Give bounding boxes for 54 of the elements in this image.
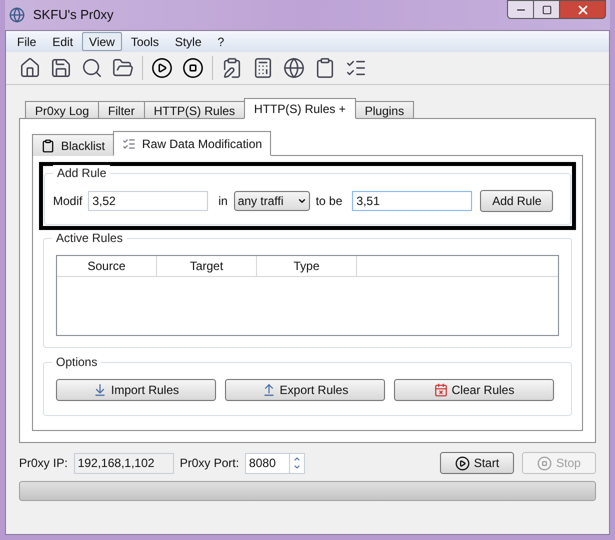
port-spinner[interactable]: 8080 bbox=[245, 452, 306, 474]
minimize-button[interactable] bbox=[507, 0, 534, 19]
play-icon[interactable] bbox=[150, 56, 174, 80]
globe-icon[interactable] bbox=[282, 56, 306, 80]
tab[interactable]: Pr0xy Log bbox=[25, 101, 100, 119]
input-field[interactable]: 3,51 bbox=[352, 191, 472, 211]
play-icon bbox=[454, 456, 470, 470]
stop-icon bbox=[537, 456, 552, 470]
column-header[interactable]: Type bbox=[257, 256, 357, 276]
tab[interactable]: Plugins bbox=[354, 101, 414, 119]
menu-item[interactable]: View bbox=[82, 32, 122, 51]
to-be-label: to be bbox=[316, 193, 342, 210]
menu-item[interactable]: File bbox=[10, 32, 44, 51]
menu-item[interactable]: Tools bbox=[124, 32, 166, 51]
window-title: SKFU's Pr0xy bbox=[33, 6, 114, 24]
modify-label: Modif bbox=[53, 193, 82, 210]
menu-item[interactable]: Style bbox=[168, 32, 209, 51]
options-button[interactable]: Export Rules bbox=[225, 379, 385, 401]
input-field[interactable]: 192,168,1,102 bbox=[74, 452, 174, 474]
add-rule-button[interactable]: Add Rule bbox=[480, 190, 554, 212]
group-title: Options bbox=[52, 354, 102, 370]
save-icon[interactable] bbox=[49, 56, 73, 80]
options-button[interactable]: Clear Rules bbox=[394, 379, 554, 401]
tab[interactable]: Blacklist bbox=[32, 134, 114, 156]
start-button[interactable]: Start bbox=[440, 452, 514, 474]
tab[interactable]: Raw Data Modification bbox=[113, 131, 272, 156]
tab[interactable]: Filter bbox=[98, 101, 145, 119]
search-icon[interactable] bbox=[80, 56, 104, 80]
options-button[interactable]: Import Rules bbox=[56, 379, 216, 401]
tab[interactable]: HTTP(S) Rules + bbox=[244, 98, 356, 119]
clipboard-icon bbox=[41, 138, 55, 152]
in-label: in bbox=[218, 193, 228, 210]
up-icon[interactable] bbox=[293, 455, 302, 463]
checklist-icon bbox=[122, 136, 136, 150]
traffic-dropdown[interactable]: any traffi bbox=[234, 191, 310, 211]
maximize-button[interactable] bbox=[534, 0, 560, 19]
menu-item[interactable]: Edit bbox=[45, 32, 80, 51]
tab[interactable]: HTTP(S) Rules bbox=[144, 101, 246, 119]
caret-icon bbox=[296, 196, 307, 206]
column-header[interactable]: Source bbox=[57, 256, 157, 276]
stop-icon[interactable] bbox=[181, 56, 205, 80]
close-button[interactable] bbox=[560, 0, 606, 19]
home-icon[interactable] bbox=[18, 56, 42, 80]
menu-item[interactable]: ? bbox=[210, 32, 232, 51]
ip-label: Pr0xy IP: bbox=[19, 455, 68, 472]
import-icon bbox=[92, 383, 107, 397]
close-icon bbox=[576, 2, 590, 16]
column-header[interactable]: Target bbox=[157, 256, 257, 276]
export-icon bbox=[262, 383, 276, 397]
input-field[interactable]: 3,52 bbox=[88, 191, 208, 211]
app-icon bbox=[9, 7, 25, 23]
maximize-icon bbox=[542, 4, 552, 14]
down-icon[interactable] bbox=[293, 463, 302, 471]
port-label: Pr0xy Port: bbox=[180, 455, 240, 472]
